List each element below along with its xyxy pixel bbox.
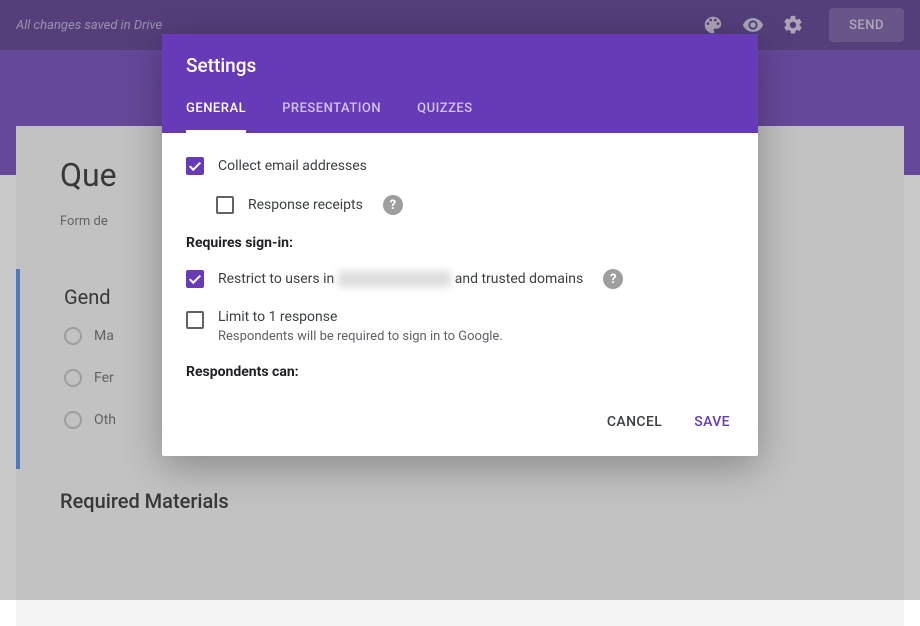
help-icon[interactable]: ? [603,269,623,289]
settings-dialog: Settings GENERAL PRESENTATION QUIZZES Co… [162,34,758,456]
dialog-actions: CANCEL SAVE [162,396,758,456]
response-receipts-row: Response receipts ? [216,195,734,215]
save-button[interactable]: SAVE [690,408,734,436]
respondents-can-heading: Respondents can: [186,364,734,380]
dialog-title: Settings [186,54,734,77]
response-receipts-label: Response receipts [248,197,363,213]
restrict-domain-row: Restrict to users in redacted-domain and… [186,269,734,289]
dialog-tabs: GENERAL PRESENTATION QUIZZES [186,101,734,133]
restrict-domain-label: Restrict to users in redacted-domain and… [218,271,583,287]
collect-email-label: Collect email addresses [218,158,367,174]
limit-one-row: Limit to 1 response Respondents will be … [186,309,734,344]
tab-quizzes[interactable]: QUIZZES [417,101,473,133]
tab-general[interactable]: GENERAL [186,101,246,133]
help-icon[interactable]: ? [383,195,403,215]
collect-email-row: Collect email addresses [186,157,734,175]
response-receipts-checkbox[interactable] [216,196,234,214]
cancel-button[interactable]: CANCEL [603,408,666,436]
tab-presentation[interactable]: PRESENTATION [282,101,381,133]
modal-overlay: Settings GENERAL PRESENTATION QUIZZES Co… [0,0,920,600]
dialog-header: Settings GENERAL PRESENTATION QUIZZES [162,34,758,133]
restrict-domain-checkbox[interactable] [186,270,204,288]
limit-one-checkbox[interactable] [186,311,204,329]
requires-signin-heading: Requires sign-in: [186,235,734,251]
limit-one-label: Limit to 1 response [218,309,503,325]
collect-email-checkbox[interactable] [186,157,204,175]
dialog-body: Collect email addresses Response receipt… [162,133,758,396]
limit-one-subtext: Respondents will be required to sign in … [218,329,503,344]
